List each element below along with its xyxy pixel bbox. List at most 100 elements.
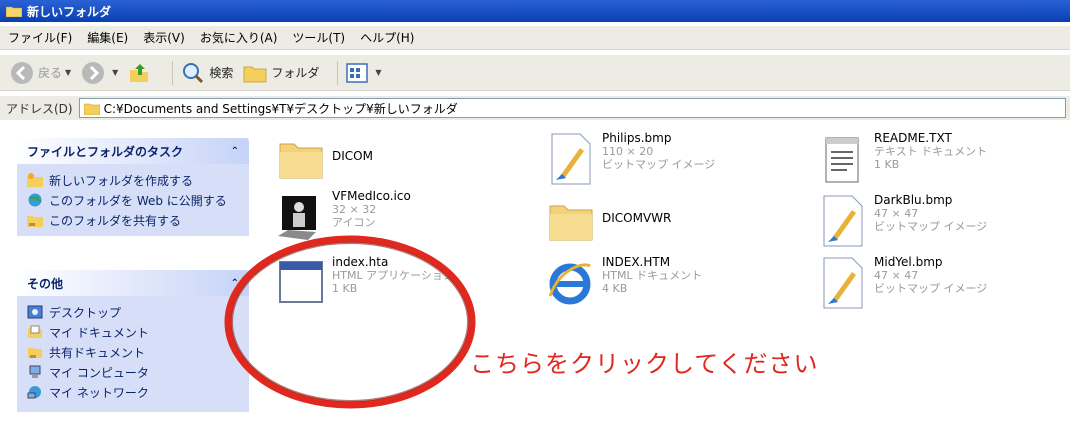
- file-type: テキスト ドキュメント: [874, 145, 988, 158]
- place-shared-documents[interactable]: 共有ドキュメント: [27, 342, 239, 362]
- window-title: 新しいフォルダ: [27, 4, 112, 19]
- menu-tools[interactable]: ツール(T): [292, 29, 345, 46]
- menu-file[interactable]: ファイル(F): [8, 29, 72, 46]
- menu-view[interactable]: 表示(V): [143, 29, 185, 46]
- search-button[interactable]: 検索: [181, 62, 233, 84]
- address-bar: アドレス(D) C:¥Documents and Settings¥T¥デスクト…: [0, 96, 1070, 120]
- file-name: index.hta: [332, 255, 389, 269]
- address-value: C:¥Documents and Settings¥T¥デスクトップ¥新しいフォ…: [103, 101, 458, 116]
- menu-help[interactable]: ヘルプ(H): [360, 29, 414, 46]
- file-name: README.TXT: [874, 131, 952, 145]
- up-button[interactable]: [128, 62, 154, 84]
- views-button[interactable]: ▼: [346, 62, 382, 83]
- file-item-vfmedico-ico[interactable]: VFMedIco.ico 32 × 32 アイコン: [276, 190, 411, 244]
- file-type: HTML アプリケーション: [332, 269, 454, 282]
- address-label: アドレス(D): [6, 101, 73, 116]
- folders-label: フォルダ: [271, 66, 320, 80]
- folder-icon: [83, 103, 100, 115]
- documents-icon: [28, 325, 42, 338]
- file-name: DarkBlu.bmp: [874, 193, 953, 207]
- desktop-icon: [27, 305, 43, 319]
- forward-arrow-icon: [82, 61, 105, 84]
- file-type: ビットマップ イメージ: [874, 220, 988, 233]
- place-desktop[interactable]: デスクトップ: [27, 302, 239, 322]
- computer-icon: [29, 365, 41, 378]
- tasks-panel-title: ファイルとフォルダのタスク: [27, 144, 184, 159]
- other-places-panel: その他 ⌃ デスクトップ マイ ドキュメント 共有ドキュメント マイ コンピュー…: [17, 270, 249, 412]
- back-arrow-icon: [11, 61, 33, 84]
- bitmap-image-icon: [823, 257, 863, 309]
- place-my-documents[interactable]: マイ ドキュメント: [27, 322, 239, 342]
- task-publish-web[interactable]: このフォルダを Web に公開する: [27, 190, 239, 210]
- task-new-folder[interactable]: 新しいフォルダを作成する: [27, 170, 239, 190]
- tasks-panel-header[interactable]: ファイルとフォルダのタスク ⌃: [17, 138, 249, 164]
- other-panel-header[interactable]: その他 ⌃: [17, 270, 249, 296]
- file-name: Philips.bmp: [602, 131, 672, 145]
- place-label: デスクトップ: [49, 305, 122, 320]
- place-my-computer[interactable]: マイ コンピュータ: [27, 362, 239, 382]
- tasks-panel-body: 新しいフォルダを作成する このフォルダを Web に公開する このフォルダを共有…: [17, 164, 249, 236]
- task-label: 新しいフォルダを作成する: [49, 173, 194, 188]
- folders-button[interactable]: フォルダ: [243, 63, 319, 83]
- new-folder-icon: [27, 173, 43, 187]
- task-share-folder[interactable]: このフォルダを共有する: [27, 210, 239, 230]
- bitmap-image-icon: [823, 195, 863, 247]
- title-bar: 新しいフォルダ: [0, 0, 1070, 22]
- file-item-index-htm[interactable]: INDEX.HTM HTML ドキュメント 4 KB: [546, 256, 702, 310]
- file-dimensions: 32 × 32: [332, 203, 377, 216]
- file-item-dicom[interactable]: DICOM: [276, 132, 373, 186]
- tasks-panel: ファイルとフォルダのタスク ⌃ 新しいフォルダを作成する このフォルダを Web…: [17, 138, 249, 236]
- file-type: HTML ドキュメント: [602, 269, 703, 282]
- folder-icon: [549, 205, 593, 241]
- folder-icon: [243, 66, 267, 82]
- internet-explorer-icon: [548, 263, 591, 305]
- address-input[interactable]: C:¥Documents and Settings¥T¥デスクトップ¥新しいフォ…: [78, 98, 1066, 118]
- folder-up-icon: [130, 63, 149, 82]
- folder-icon: [279, 143, 323, 179]
- file-name: DICOM: [332, 149, 373, 163]
- network-icon: [27, 386, 41, 399]
- file-type: ビットマップ イメージ: [602, 158, 716, 171]
- file-name: MidYel.bmp: [874, 255, 943, 269]
- file-item-index-hta[interactable]: index.hta HTML アプリケーション 1 KB: [276, 256, 454, 310]
- file-size: 1 KB: [874, 158, 900, 171]
- menu-bar: ファイル(F) 編集(E) 表示(V) お気に入り(A) ツール(T) ヘルプ(…: [0, 26, 1070, 50]
- menu-edit[interactable]: 編集(E): [87, 29, 128, 46]
- file-item-darkblu-bmp[interactable]: DarkBlu.bmp 47 × 47 ビットマップ イメージ: [818, 194, 987, 248]
- view-grid-icon: [346, 62, 369, 83]
- menu-favorites[interactable]: お気に入り(A): [200, 29, 278, 46]
- file-name: DICOMVWR: [602, 211, 672, 225]
- file-item-midyel-bmp[interactable]: MidYel.bmp 47 × 47 ビットマップ イメージ: [818, 256, 987, 310]
- file-dimensions: 47 × 47: [874, 207, 919, 220]
- file-item-dicomvwr[interactable]: DICOMVWR: [546, 194, 671, 248]
- globe-icon: [28, 193, 42, 207]
- place-label: マイ ドキュメント: [49, 325, 149, 340]
- file-size: 4 KB: [602, 282, 628, 295]
- file-type: ビットマップ イメージ: [874, 282, 988, 295]
- toolbar-separator: [337, 60, 339, 85]
- file-item-philips-bmp[interactable]: Philips.bmp 110 × 20 ビットマップ イメージ: [546, 132, 715, 186]
- search-label: 検索: [209, 66, 234, 80]
- file-size: 1 KB: [332, 282, 358, 295]
- place-label: マイ コンピュータ: [49, 365, 149, 380]
- back-button[interactable]: 戻る ▼: [10, 61, 71, 85]
- file-type: アイコン: [332, 216, 376, 229]
- collapse-icon[interactable]: ⌃: [231, 278, 239, 289]
- file-dimensions: 110 × 20: [602, 145, 654, 158]
- place-my-network[interactable]: マイ ネットワーク: [27, 382, 239, 402]
- collapse-icon[interactable]: ⌃: [231, 146, 239, 157]
- chevron-down-icon: ▼: [375, 68, 382, 77]
- file-dimensions: 47 × 47: [874, 269, 919, 282]
- bitmap-image-icon: [551, 133, 591, 185]
- shared-folder-icon: [28, 348, 42, 358]
- chevron-down-icon: ▼: [65, 68, 72, 77]
- task-label: このフォルダを共有する: [49, 213, 182, 228]
- file-item-readme-txt[interactable]: README.TXT テキスト ドキュメント 1 KB: [818, 132, 987, 186]
- chevron-down-icon: ▼: [112, 68, 119, 77]
- callout-instruction: こちらをクリックしてください: [470, 350, 819, 378]
- folder-icon: [6, 6, 22, 17]
- back-label: 戻る: [38, 66, 63, 80]
- file-name: INDEX.HTM: [602, 255, 671, 269]
- toolbar-separator: [172, 60, 174, 85]
- forward-button[interactable]: ▼: [81, 61, 118, 85]
